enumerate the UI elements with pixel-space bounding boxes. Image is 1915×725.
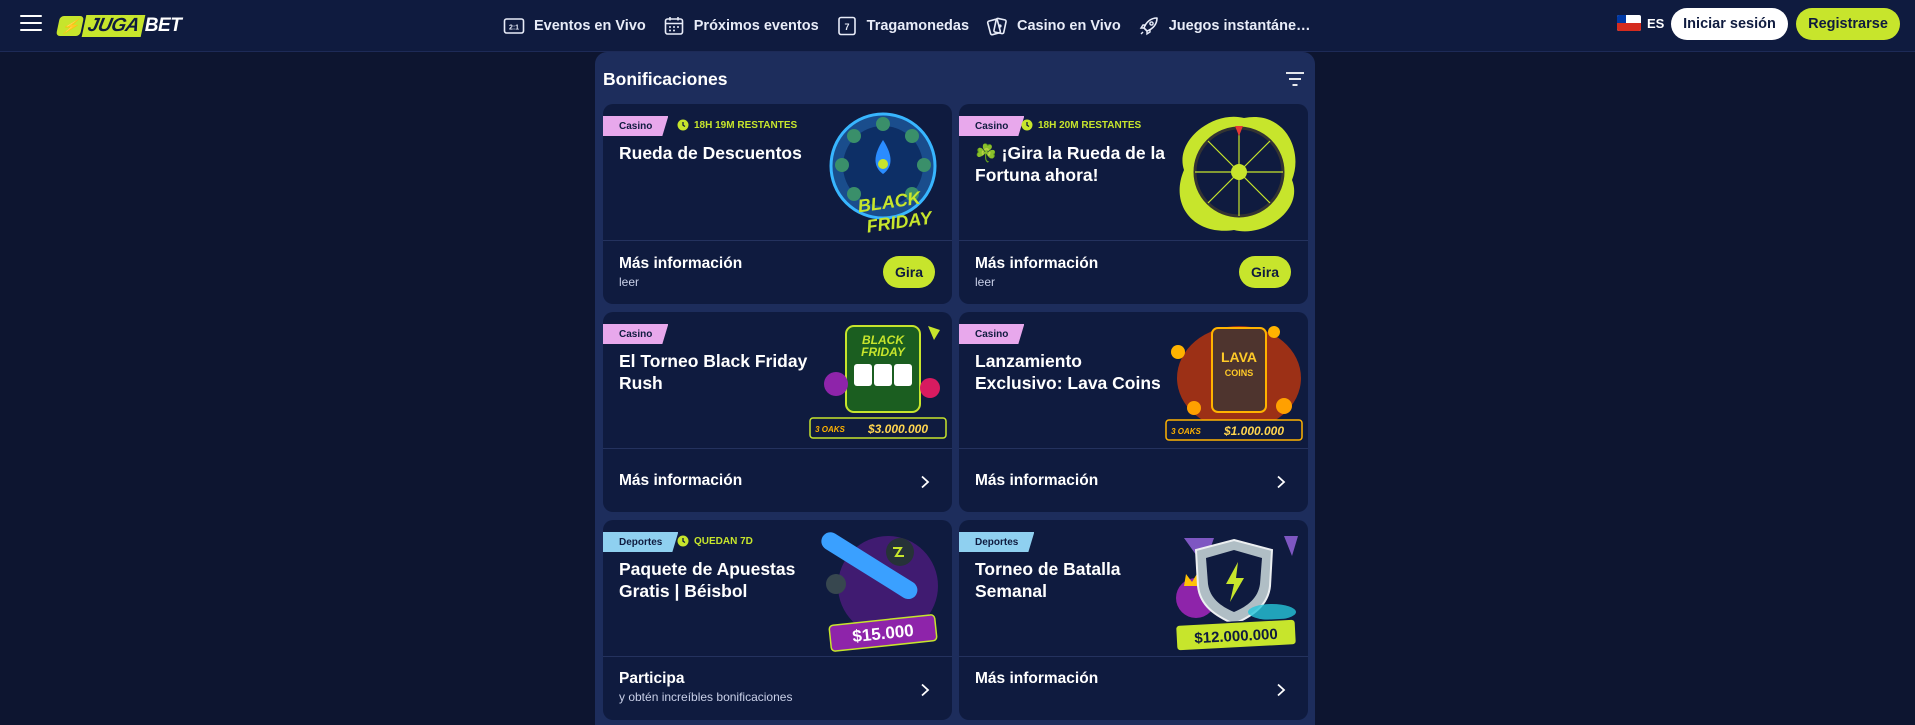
card-divider — [959, 240, 1308, 241]
baseball-bat-image: $15.000 — [821, 532, 938, 652]
calendar-icon — [664, 17, 684, 35]
card-title: Torneo de Batalla Semanal — [975, 559, 1121, 601]
svg-text:COINS: COINS — [1225, 368, 1254, 378]
card-divider — [959, 656, 1308, 657]
card-footer-subtitle: leer — [975, 275, 996, 289]
main-nav: 2:1 Eventos en Vivo Próximos eventos 7 T… — [503, 0, 1311, 52]
card-footer-subtitle: leer — [619, 275, 640, 289]
svg-text:FRIDAY: FRIDAY — [861, 345, 906, 359]
black-friday-slot-image: BLACK FRIDAY 3 OAKS $3.000.000 — [809, 325, 947, 439]
card-title: Paquete de Apuestas Gratis | Béisbol — [619, 559, 796, 601]
slot-machine-icon: 7 — [837, 16, 856, 36]
chevron-right-icon[interactable] — [1275, 475, 1287, 489]
card-footer-title[interactable]: Más información — [619, 255, 742, 273]
category-tag: Casino — [959, 324, 1024, 344]
login-button[interactable]: Iniciar sesión — [1671, 8, 1788, 40]
countdown-timer: QUEDAN 7D — [677, 535, 753, 547]
svg-text:3 OAKS: 3 OAKS — [815, 425, 845, 434]
card-footer-title[interactable]: Más información — [975, 255, 1098, 273]
card-footer-subtitle: y obtén increíbles bonificaciones — [619, 690, 793, 704]
card-title: Lanzamiento Exclusivo: Lava Coins — [975, 351, 1161, 393]
svg-text:LAVA: LAVA — [1221, 349, 1257, 365]
live-scoreboard-icon: 2:1 — [503, 18, 525, 34]
bonus-card[interactable]: Deportes QUEDAN 7D Paquete de Apuestas G… — [603, 520, 952, 720]
logo-bolt-icon: ⚡ — [55, 16, 85, 36]
card-divider — [603, 240, 952, 241]
card-title: El Torneo Black Friday Rush — [619, 351, 808, 393]
category-tag: Deportes — [603, 532, 678, 552]
nav-proximos-eventos[interactable]: Próximos eventos — [663, 15, 819, 37]
bonus-card[interactable]: Deportes Torneo de Batalla Semanal $12.0… — [959, 520, 1308, 720]
menu-icon[interactable] — [20, 15, 42, 33]
chevron-right-icon[interactable] — [919, 475, 931, 489]
battle-shield-image: $12.000.000 — [1174, 536, 1298, 652]
category-tag: Casino — [603, 116, 668, 136]
card-footer-title[interactable]: Más información — [975, 472, 1098, 490]
chevron-right-icon[interactable] — [1275, 683, 1287, 697]
black-friday-wheel-image: BLACK FRIDAY — [829, 112, 937, 237]
card-divider — [959, 448, 1308, 449]
playing-cards-icon — [986, 17, 1007, 36]
bonus-card[interactable]: Casino Lanzamiento Exclusivo: Lava Coins… — [959, 312, 1308, 512]
bonus-panel: Bonificaciones Casino 18H 19M RESTANTES … — [595, 52, 1315, 725]
countdown-timer: 18H 20M RESTANTES — [1021, 119, 1141, 131]
jugabet-logo[interactable]: ⚡ JUGA BET — [55, 14, 182, 38]
top-navigation-bar: ⚡ JUGA BET 2:1 Eventos en Vivo Próximos ev… — [0, 0, 1915, 52]
svg-text:2:1: 2:1 — [509, 25, 519, 32]
nav-eventos-en-vivo[interactable]: 2:1 Eventos en Vivo — [503, 15, 646, 37]
filter-icon[interactable] — [1285, 70, 1305, 88]
category-tag: Casino — [603, 324, 668, 344]
chevron-right-icon[interactable] — [919, 683, 931, 697]
category-tag: Casino — [959, 116, 1024, 136]
svg-text:7: 7 — [844, 22, 849, 32]
svg-text:$3.000.000: $3.000.000 — [867, 422, 928, 436]
countdown-timer: 18H 19M RESTANTES — [677, 119, 797, 131]
nav-casino-en-vivo[interactable]: Casino en Vivo — [986, 15, 1121, 37]
chile-flag-icon — [1617, 15, 1641, 31]
bonus-card[interactable]: Casino El Torneo Black Friday Rush BLACK… — [603, 312, 952, 512]
category-tag: Deportes — [959, 532, 1034, 552]
spin-button[interactable]: Gira — [1239, 256, 1291, 288]
svg-text:3 OAKS: 3 OAKS — [1171, 427, 1201, 436]
nav-juegos-instantaneos[interactable]: Juegos instantáne… — [1138, 15, 1311, 37]
card-title: ☘️ ¡Gira la Rueda de la Fortuna ahora! — [975, 143, 1166, 185]
nav-tragamonedas[interactable]: 7 Tragamonedas — [836, 15, 969, 37]
card-divider — [603, 656, 952, 657]
card-footer-title[interactable]: Más información — [975, 670, 1098, 688]
bonus-card[interactable]: Casino 18H 19M RESTANTES Rueda de Descue… — [603, 104, 952, 304]
card-divider — [603, 448, 952, 449]
clock-icon — [677, 119, 689, 131]
card-footer-title[interactable]: Participa — [619, 670, 684, 688]
lava-coins-slot-image: LAVA COINS 3 OAKS $1.000.000 — [1165, 326, 1303, 441]
register-button[interactable]: Registrarse — [1796, 8, 1900, 40]
rocket-icon — [1139, 17, 1158, 36]
bonus-card[interactable]: Casino 18H 20M RESTANTES ☘️ ¡Gira la Rue… — [959, 104, 1308, 304]
page-title: Bonificaciones — [603, 69, 728, 89]
spin-button[interactable]: Gira — [883, 256, 935, 288]
clock-icon — [1021, 119, 1033, 131]
fortune-wheel-image — [1179, 116, 1296, 232]
card-title: Rueda de Descuentos — [619, 143, 802, 163]
svg-text:$1.000.000: $1.000.000 — [1223, 424, 1284, 438]
language-selector[interactable]: ES — [1617, 15, 1664, 31]
card-footer-title[interactable]: Más información — [619, 472, 742, 490]
clock-icon — [677, 535, 689, 547]
